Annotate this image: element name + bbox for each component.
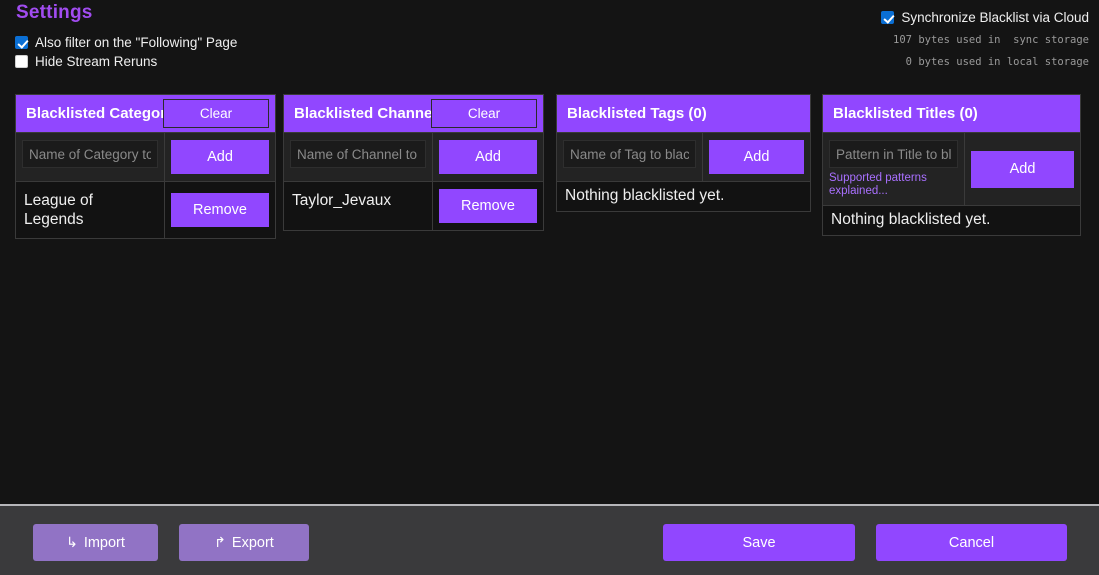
empty-state-row: Nothing blacklisted yet. [823,205,1080,235]
category-input[interactable] [22,140,158,168]
empty-message: Nothing blacklisted yet. [823,206,994,235]
option-hide-stream-reruns[interactable]: Hide Stream Reruns [15,52,237,71]
blacklist-entry-row: League of Legends Remove [16,181,275,238]
export-arrow-icon: ↱ [214,534,226,551]
export-button[interactable]: ↱ Export [179,524,309,561]
import-button[interactable]: ↳ Import [33,524,158,561]
sync-label: Synchronize Blacklist via Cloud [901,10,1089,25]
input-cell [16,133,164,181]
empty-message: Nothing blacklisted yet. [557,182,728,211]
entry-cell: League of Legends [16,182,164,238]
checkbox-also-filter-following[interactable] [15,36,28,49]
input-cell [557,133,702,181]
supported-patterns-link[interactable]: Supported patterns explained... [829,172,958,198]
panel-blacklisted-titles: Blacklisted Titles (0) Supported pattern… [822,94,1081,236]
panel-header: Blacklisted Categories (1) Clear [16,95,275,132]
panel-blacklisted-categories: Blacklisted Categories (1) Clear Add Lea… [15,94,276,239]
input-cell: Supported patterns explained... [823,133,964,205]
checkbox-synchronize-blacklist[interactable] [881,11,894,24]
blacklist-entry-row: Taylor_Jevaux Remove [284,181,543,230]
option-label: Hide Stream Reruns [35,54,157,69]
export-label: Export [232,535,274,551]
option-synchronize-blacklist[interactable]: Synchronize Blacklist via Cloud [881,10,1089,25]
remove-channel-button[interactable]: Remove [439,189,537,223]
panel-title: Blacklisted Titles (0) [833,105,978,122]
add-category-button[interactable]: Add [171,140,269,174]
add-cell: Add [702,133,810,181]
clear-channels-button[interactable]: Clear [431,99,537,128]
sync-section: Synchronize Blacklist via Cloud 107 byte… [881,10,1089,69]
empty-state-row: Nothing blacklisted yet. [557,181,810,211]
remove-cell: Remove [164,182,275,238]
add-tag-button[interactable]: Add [709,140,804,174]
remove-category-button[interactable]: Remove [171,193,269,227]
storage-usage-sync: 107 bytes used in sync storage [881,34,1089,47]
import-label: Import [84,535,125,551]
panel-header: Blacklisted Titles (0) [823,95,1080,132]
panel-blacklisted-tags: Blacklisted Tags (0) Add Nothing blackli… [556,94,811,212]
panel-input-row: Add [284,132,543,181]
panel-header: Blacklisted Channels (1) Clear [284,95,543,132]
option-label: Also filter on the "Following" Page [35,35,237,50]
add-cell: Add [164,133,275,181]
import-arrow-icon: ↳ [66,534,78,551]
save-button[interactable]: Save [663,524,855,561]
input-cell [284,133,432,181]
option-also-filter-following[interactable]: Also filter on the "Following" Page [15,33,237,52]
checkbox-hide-stream-reruns[interactable] [15,55,28,68]
panel-blacklisted-channels: Blacklisted Channels (1) Clear Add Taylo… [283,94,544,231]
global-options: Also filter on the "Following" Page Hide… [15,33,237,71]
channel-input[interactable] [290,140,426,168]
cancel-button[interactable]: Cancel [876,524,1067,561]
storage-usage-local: 0 bytes used in local storage [881,56,1089,69]
panel-input-row: Supported patterns explained... Add [823,132,1080,205]
panel-title: Blacklisted Tags (0) [567,105,707,122]
panel-input-row: Add [16,132,275,181]
add-cell: Add [964,133,1080,205]
add-channel-button[interactable]: Add [439,140,537,174]
add-cell: Add [432,133,543,181]
entry-cell: Taylor_Jevaux [284,182,432,230]
clear-categories-button[interactable]: Clear [163,99,269,128]
entry-label: League of Legends [22,189,158,231]
entry-label: Taylor_Jevaux [290,189,426,212]
title-pattern-input[interactable] [829,140,958,168]
footer-toolbar: ↳ Import ↱ Export Save Cancel [0,504,1099,575]
tag-input[interactable] [563,140,696,168]
panel-input-row: Add [557,132,810,181]
settings-header: Settings Also filter on the "Following" … [0,0,1099,84]
remove-cell: Remove [432,182,543,230]
page-title: Settings [16,2,93,24]
panel-header: Blacklisted Tags (0) [557,95,810,132]
add-title-pattern-button[interactable]: Add [971,151,1074,188]
